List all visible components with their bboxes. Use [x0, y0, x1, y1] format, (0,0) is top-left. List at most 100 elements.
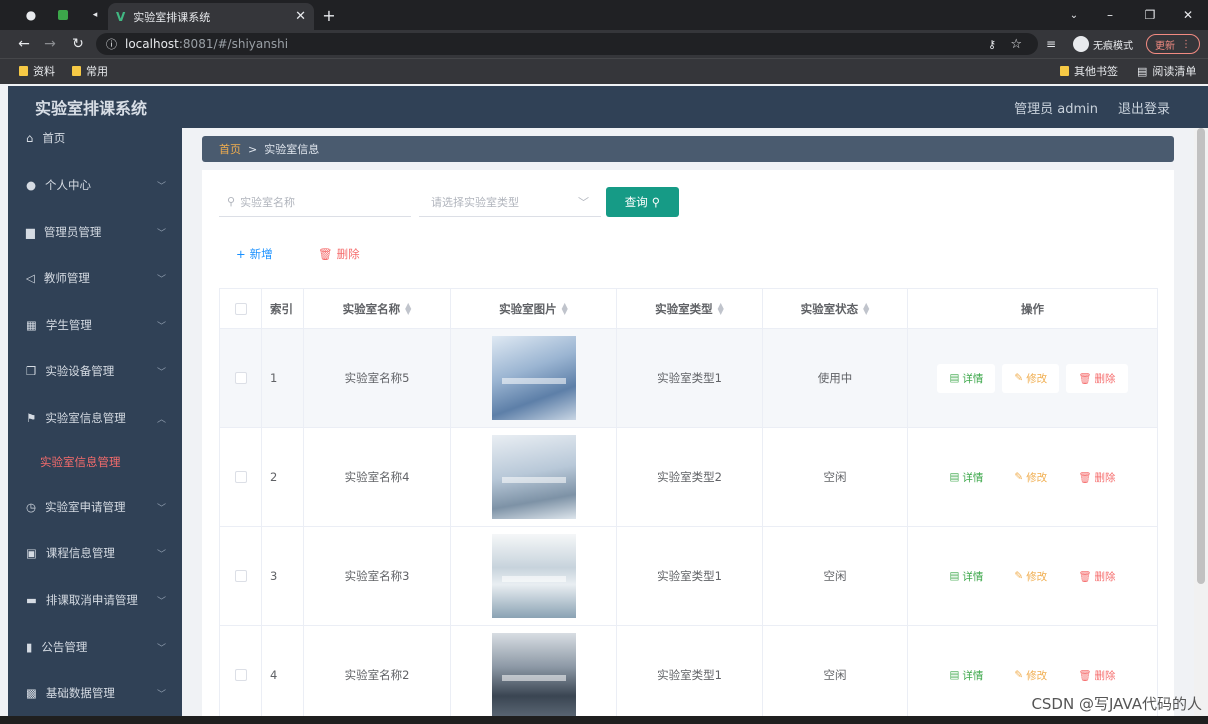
row-checkbox[interactable] — [234, 669, 247, 681]
browser-globe-icon[interactable]: ● — [20, 0, 42, 30]
sidebar-subitem-lab-info[interactable]: 实验室信息管理 — [8, 445, 182, 479]
new-tab-button[interactable]: + — [318, 0, 340, 30]
table-row[interactable]: 4 实验室名称2 实验室类型1 空闲 ▤ 详情 ✎ 修改 🗑 删除 — [220, 626, 1157, 718]
delete-button[interactable]: 🗑 删除 — [1066, 462, 1128, 492]
sidebar-item-equipment[interactable]: ❐ 实验设备管理 ﹀ — [8, 354, 182, 388]
sort-icon[interactable]: ▲ ▼ — [718, 301, 724, 315]
bookmark-folder-1[interactable]: 资料 — [19, 63, 55, 79]
reload-button[interactable]: ↻ — [68, 30, 88, 58]
tab-group-icon[interactable] — [56, 0, 70, 30]
add-button[interactable]: + 新增 — [236, 246, 273, 262]
select-all-cell — [220, 289, 262, 328]
table-row[interactable]: 3 实验室名称3 实验室类型1 空闲 ▤ 详情 ✎ 修改 🗑 删除 — [220, 527, 1157, 626]
row-checkbox[interactable] — [234, 570, 247, 582]
query-label: 查询 — [624, 195, 648, 209]
logout-link[interactable]: 退出登录 — [1118, 98, 1170, 117]
url-host: localhost — [125, 37, 179, 51]
mute-icon[interactable]: ◂ — [88, 0, 102, 30]
incognito-label: 无痕模式 — [1093, 40, 1133, 52]
close-window-button[interactable]: ✕ — [1178, 0, 1198, 30]
row-checkbox[interactable] — [234, 471, 247, 483]
grid-icon: ▩ — [26, 686, 37, 700]
table-header-row: 索引 实验室名称 ▲ ▼ 实验室图片 ▲ ▼ 实验室类型 ▲ ▼ 实验室状态 ▲ ▼ 操作 — [220, 289, 1157, 329]
detail-button[interactable]: ▤ 详情 — [937, 561, 996, 591]
edit-button[interactable]: ✎ 修改 — [1002, 660, 1060, 690]
sidebar-item-courses[interactable]: ▣ 课程信息管理 ﹀ — [8, 536, 182, 570]
sort-icon[interactable]: ▲ ▼ — [562, 301, 568, 315]
sidebar-item-profile[interactable]: ● 个人中心 ﹀ — [8, 168, 182, 202]
other-bookmarks[interactable]: 其他书签 — [1060, 63, 1118, 79]
forward-button[interactable]: → — [40, 30, 60, 58]
query-button[interactable]: 查询 ⚲ — [606, 187, 679, 217]
sidebar-item-lab-applications[interactable]: ◷ 实验室申请管理 ﹀ — [8, 490, 182, 524]
lab-name-search-input[interactable]: ⚲ 实验室名称 — [219, 187, 411, 217]
maximize-button[interactable]: ❐ — [1140, 0, 1160, 30]
bookmark-folder-2[interactable]: 常用 — [72, 63, 108, 79]
row-index: 3 — [262, 527, 304, 625]
sidebar-item-home[interactable]: ⌂ 首页 — [8, 128, 182, 155]
header-type[interactable]: 实验室类型 ▲ ▼ — [617, 289, 763, 328]
incognito-indicator[interactable]: 无痕模式 — [1066, 30, 1140, 58]
sidebar-item-students[interactable]: ▦ 学生管理 ﹀ — [8, 308, 182, 342]
url-field[interactable]: ⓘ localhost:8081/#/shiyanshi ⚷ ☆ — [96, 33, 1038, 55]
select-all-checkbox[interactable] — [234, 302, 247, 315]
chevron-down-icon: ﹀ — [578, 195, 589, 209]
scrollbar-thumb[interactable] — [1197, 128, 1205, 584]
table-row[interactable]: 2 实验室名称4 实验室类型2 空闲 ▤ 详情 ✎ 修改 🗑 删除 — [220, 428, 1157, 527]
sidebar-item-label: 学生管理 — [45, 318, 92, 332]
header-name[interactable]: 实验室名称 ▲ ▼ — [304, 289, 451, 328]
page-scrollbar[interactable] — [1194, 128, 1208, 718]
back-button[interactable]: ← — [14, 30, 34, 58]
delete-button[interactable]: 🗑 删除 — [1066, 660, 1128, 690]
row-status: 空闲 — [763, 428, 908, 526]
tab-active[interactable]: V 实验室排课系统 ✕ — [108, 3, 314, 30]
breadcrumb-home[interactable]: 首页 — [219, 141, 241, 157]
sidebar-item-label: 实验室申请管理 — [45, 500, 126, 514]
key-icon[interactable]: ⚷ — [988, 38, 996, 51]
sidebar-item-label: 首页 — [42, 131, 66, 145]
star-icon[interactable]: ☆ — [1010, 37, 1022, 52]
edit-button[interactable]: ✎ 修改 — [1002, 561, 1060, 591]
info-icon[interactable]: ⓘ — [106, 36, 117, 52]
lab-image[interactable] — [491, 534, 576, 618]
header-status[interactable]: 实验室状态 ▲ ▼ — [763, 289, 908, 328]
detail-button[interactable]: ▤ 详情 — [937, 462, 996, 492]
update-button[interactable]: 更新 ⋮ — [1146, 34, 1200, 54]
reading-mode-icon[interactable]: ≡ — [1042, 30, 1060, 58]
sidebar-item-lab-info[interactable]: ⚑ 实验室信息管理 ︿ — [8, 401, 182, 435]
lab-type-select[interactable]: 请选择实验室类型 ﹀ — [419, 187, 601, 217]
flag-icon: ⚑ — [26, 411, 37, 425]
document-icon: ▤ — [949, 372, 960, 384]
edit-button[interactable]: ✎ 修改 — [1002, 363, 1060, 393]
sidebar-item-admins[interactable]: ▆ 管理员管理 ﹀ — [8, 215, 182, 249]
vue-logo-icon: V — [116, 9, 126, 24]
lab-image[interactable] — [491, 336, 576, 420]
folder-icon — [1060, 66, 1069, 76]
batch-delete-button[interactable]: 🗑 删除 — [318, 246, 360, 262]
detail-label: 详情 — [962, 471, 984, 484]
detail-button[interactable]: ▤ 详情 — [937, 363, 996, 393]
lab-image[interactable] — [491, 435, 576, 519]
sort-icon[interactable]: ▲ ▼ — [405, 301, 411, 315]
sidebar-item-notices[interactable]: ▮ 公告管理 ﹀ — [8, 630, 182, 664]
sidebar-item-label: 排课取消申请管理 — [45, 593, 138, 607]
edit-button[interactable]: ✎ 修改 — [1002, 462, 1060, 492]
sidebar-item-base-data[interactable]: ▩ 基础数据管理 ﹀ — [8, 676, 182, 710]
edit-label: 修改 — [1026, 471, 1048, 484]
sidebar-item-cancel-requests[interactable]: ▬ 排课取消申请管理 ﹀ — [8, 583, 182, 617]
tab-search-icon[interactable]: ⌄ — [1064, 0, 1084, 30]
detail-button[interactable]: ▤ 详情 — [937, 660, 996, 690]
minimize-button[interactable]: – — [1100, 0, 1120, 30]
delete-button[interactable]: 🗑 删除 — [1066, 363, 1128, 393]
reading-list[interactable]: ▤ 阅读清单 — [1137, 63, 1196, 79]
lab-image[interactable] — [491, 633, 576, 717]
bar-chart-icon: ▮ — [26, 640, 33, 654]
delete-button[interactable]: 🗑 删除 — [1066, 561, 1128, 591]
row-checkbox[interactable] — [234, 372, 247, 384]
sidebar-item-teachers[interactable]: ◁ 教师管理 ﹀ — [8, 261, 182, 295]
breadcrumb: 首页 > 实验室信息 — [202, 136, 1174, 162]
sort-icon[interactable]: ▲ ▼ — [863, 301, 869, 315]
table-row[interactable]: 1 实验室名称5 实验室类型1 使用中 ▤ 详情 ✎ 修改 🗑 删除 — [220, 329, 1157, 428]
header-image[interactable]: 实验室图片 ▲ ▼ — [451, 289, 617, 328]
close-tab-icon[interactable]: ✕ — [295, 9, 306, 24]
